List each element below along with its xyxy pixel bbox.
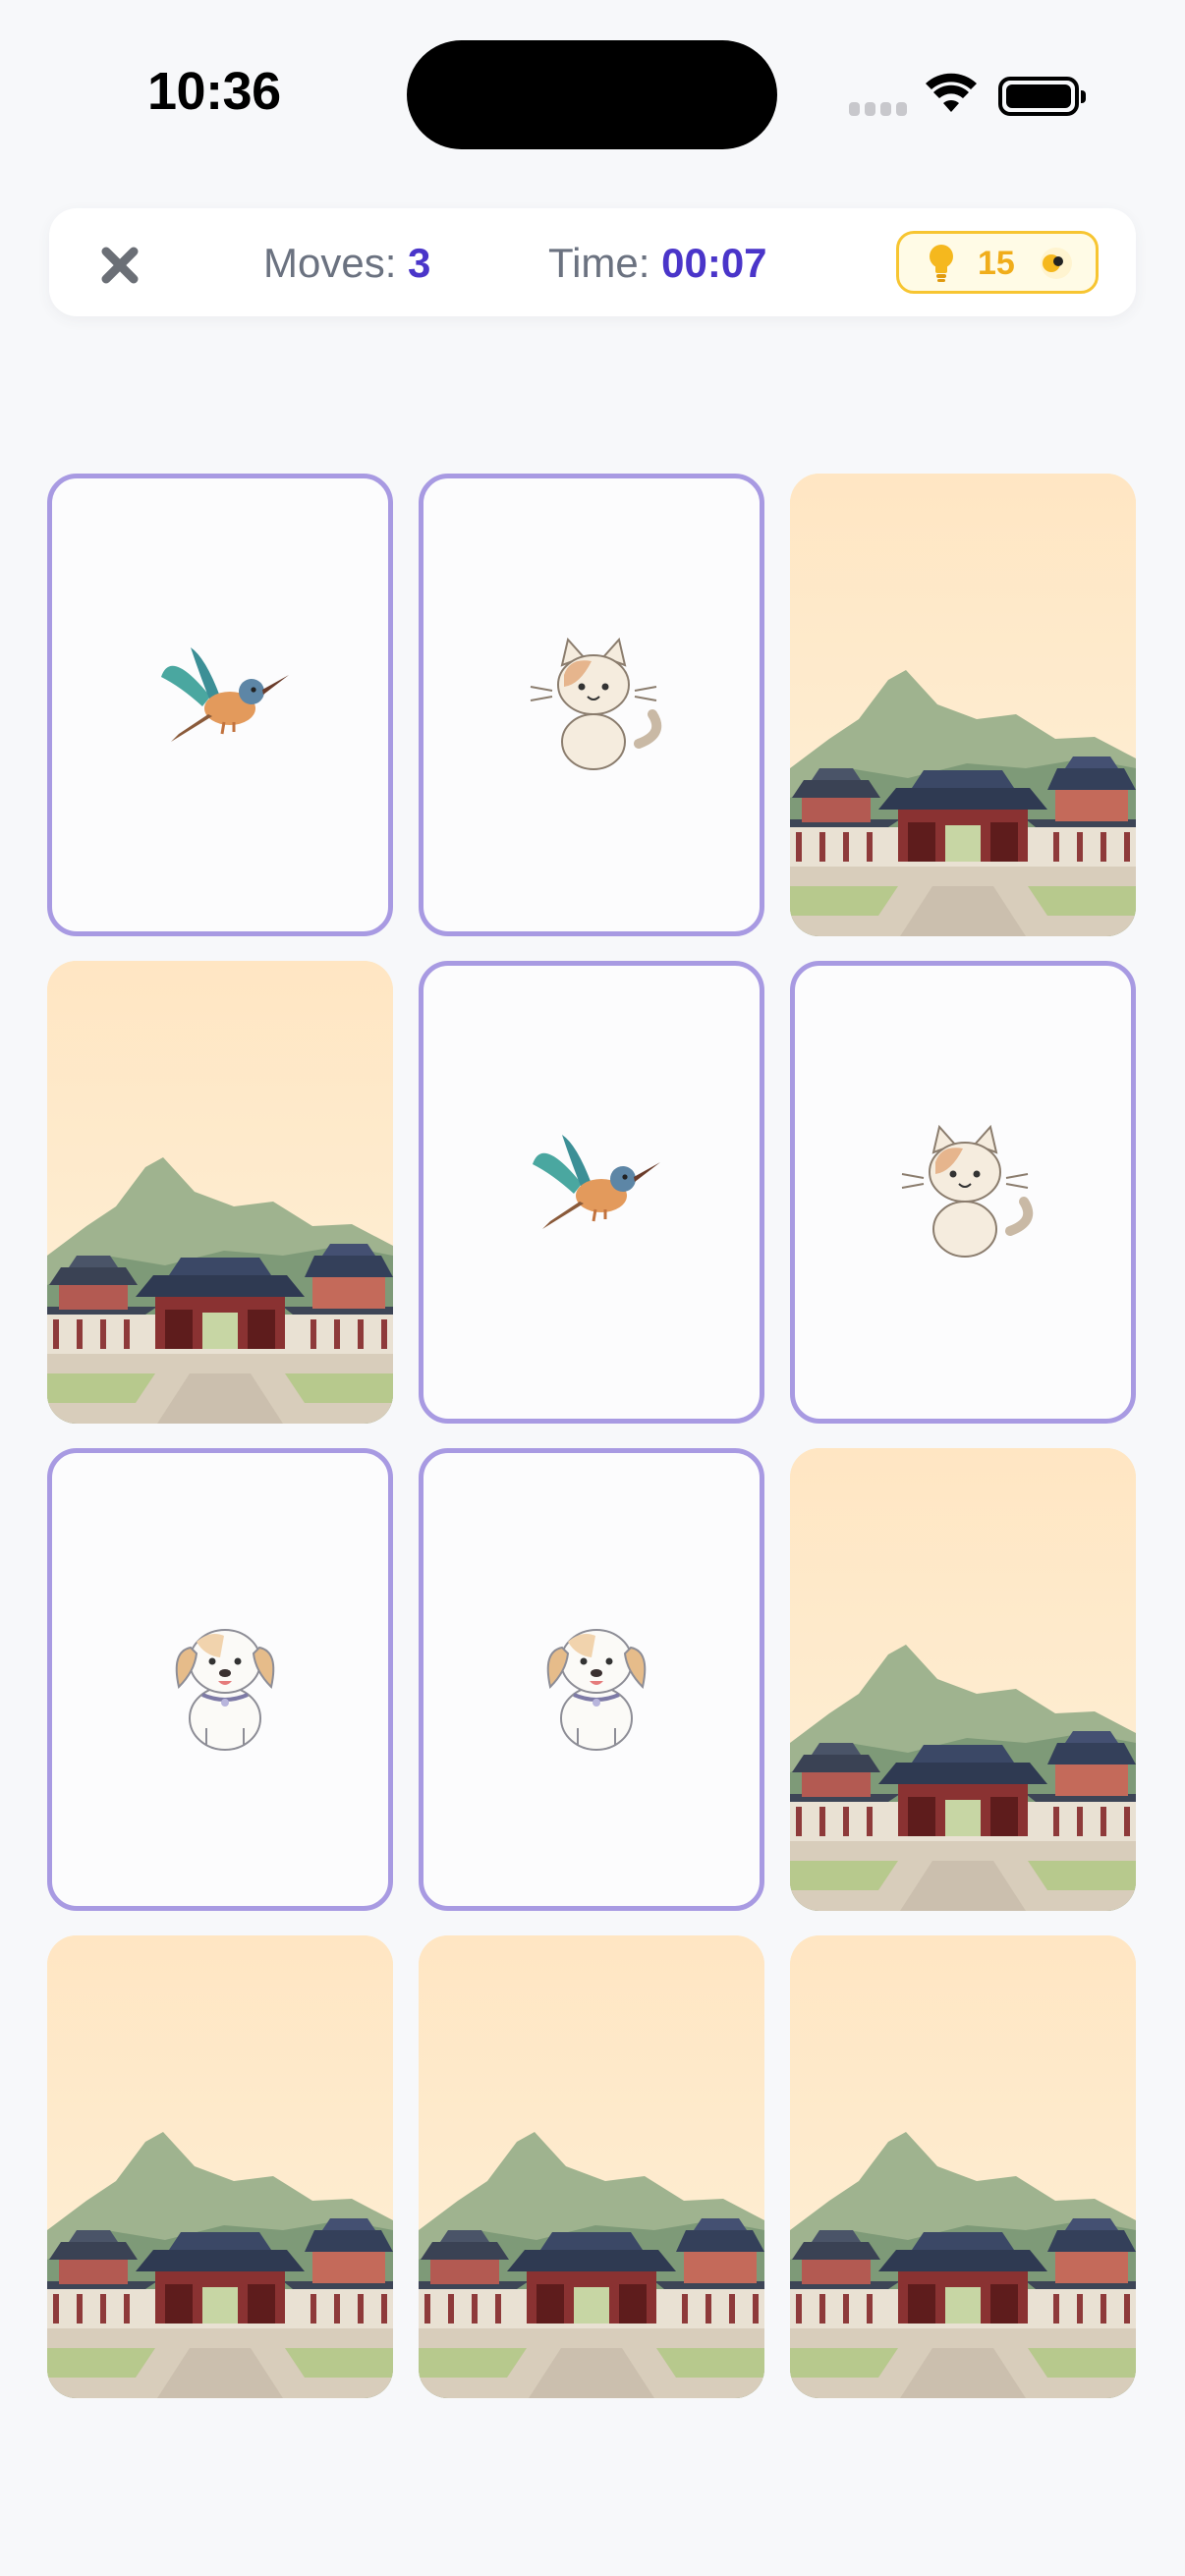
close-x-icon (101, 247, 139, 284)
close-button[interactable] (88, 238, 151, 293)
kingfisher-bird-icon (533, 1135, 660, 1229)
dynamic-island (407, 40, 777, 149)
memory-card-face-up[interactable] (419, 1448, 764, 1911)
hints-button[interactable]: 15 (896, 231, 1099, 294)
palace-landscape-icon (790, 1935, 1136, 2398)
memory-card-face-up[interactable] (47, 1448, 393, 1911)
memory-card-face-up[interactable] (47, 474, 393, 936)
memory-card-face-down[interactable] (419, 1935, 764, 2398)
status-bar: 10:36 (0, 0, 1185, 196)
coin-icon (1041, 248, 1072, 279)
moves-label: Moves: (263, 240, 397, 286)
timer: Time: 00:07 (548, 236, 767, 291)
memory-card-face-down[interactable] (790, 1935, 1136, 2398)
memory-card-face-up[interactable] (419, 474, 764, 936)
memory-card-face-up[interactable] (790, 961, 1136, 1424)
status-time: 10:36 (147, 62, 281, 121)
palace-landscape-icon (790, 1448, 1136, 1911)
cellular-signal-icon (849, 102, 908, 116)
time-value: 00:07 (661, 240, 767, 286)
puppy-icon (175, 1629, 275, 1751)
memory-card-face-up[interactable] (419, 961, 764, 1424)
lightbulb-icon (930, 245, 953, 282)
palace-landscape-icon (790, 474, 1136, 936)
palace-landscape-icon (47, 961, 393, 1424)
memory-card-face-down[interactable] (790, 474, 1136, 936)
moves-counter: Moves: 3 (263, 236, 430, 291)
cat-icon (901, 1124, 1034, 1258)
wifi-icon (926, 73, 977, 112)
hints-count: 15 (978, 245, 1015, 282)
memory-card-face-down[interactable] (47, 1935, 393, 2398)
palace-landscape-icon (47, 1935, 393, 2398)
memory-card-face-down[interactable] (790, 1448, 1136, 1911)
battery-icon (998, 77, 1086, 116)
palace-landscape-icon (419, 1935, 764, 2398)
time-label: Time: (548, 240, 650, 286)
kingfisher-bird-icon (161, 647, 289, 742)
puppy-icon (546, 1629, 647, 1751)
cat-icon (530, 637, 662, 770)
moves-value: 3 (408, 240, 431, 286)
memory-card-face-down[interactable] (47, 961, 393, 1424)
